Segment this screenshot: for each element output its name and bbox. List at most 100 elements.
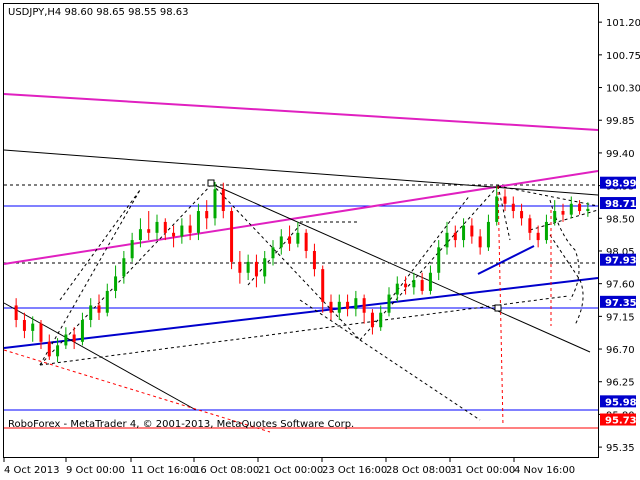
candle-body xyxy=(362,298,366,313)
y-tick-label: 98.50 xyxy=(606,214,635,225)
candle-body xyxy=(478,236,482,248)
x-tick-label: 9 Oct 00:00 xyxy=(66,465,125,476)
y-tick-label: 96.25 xyxy=(606,378,635,389)
candle-body xyxy=(561,211,565,215)
candle-body xyxy=(412,280,416,288)
y-tick-label: 99.40 xyxy=(606,149,635,160)
candle-body xyxy=(246,261,250,273)
candle-body xyxy=(520,211,524,219)
candle-body xyxy=(213,189,217,219)
candle-body xyxy=(354,298,358,310)
price-badge-label: 95.98 xyxy=(605,397,637,408)
candle-body xyxy=(387,294,391,313)
candle-body xyxy=(130,240,134,259)
candle-body xyxy=(47,341,51,357)
candle xyxy=(230,207,234,270)
candle-body xyxy=(196,211,200,233)
candle-body xyxy=(370,312,374,328)
symbol-header: USDJPY,H4 98.60 98.65 98.55 98.63 xyxy=(8,7,189,18)
candle-body xyxy=(279,236,283,248)
candle-body xyxy=(379,312,383,328)
candle-body xyxy=(312,250,316,270)
candle-body xyxy=(544,221,548,241)
candle-body xyxy=(296,232,300,244)
candle-body xyxy=(288,236,292,244)
candle-body xyxy=(321,269,325,302)
candle-body xyxy=(155,221,159,233)
y-tick-label: 101.20 xyxy=(606,18,640,29)
candle-body xyxy=(420,280,424,291)
candle-body xyxy=(536,232,540,241)
candle-body xyxy=(97,305,101,313)
candle-body xyxy=(254,261,258,277)
candle-body xyxy=(569,203,573,215)
x-tick-label: 4 Oct 2013 xyxy=(4,465,59,476)
chart-background xyxy=(0,0,640,480)
candle-body xyxy=(188,225,192,233)
candle-body xyxy=(304,232,308,251)
candle-body xyxy=(105,290,109,313)
candle-body xyxy=(337,301,341,313)
candle-body xyxy=(147,229,151,233)
candle-body xyxy=(404,283,408,288)
y-tick-label: 97.15 xyxy=(606,312,635,323)
candle-body xyxy=(14,305,18,320)
candle-body xyxy=(163,221,167,233)
pivot-marker-2 xyxy=(494,304,502,312)
x-tick-label: 16 Oct 08:00 xyxy=(194,465,259,476)
candle-body xyxy=(138,229,142,241)
candle-body xyxy=(122,258,126,277)
price-badge-label: 95.73 xyxy=(605,416,637,427)
candle-body xyxy=(586,208,590,212)
candle-body xyxy=(230,211,234,262)
price-badge-label: 97.35 xyxy=(605,298,637,309)
price-badge: 97.93 xyxy=(600,253,637,267)
candle-body xyxy=(64,334,68,346)
price-badge-label: 97.93 xyxy=(605,256,637,267)
candle-body xyxy=(395,283,399,295)
y-tick-label: 96.70 xyxy=(606,345,635,356)
x-tick-label: 23 Oct 16:00 xyxy=(322,465,387,476)
candle-body xyxy=(495,196,499,222)
y-tick-label: 99.85 xyxy=(606,116,635,127)
y-tick-label: 100.30 xyxy=(606,84,640,95)
candle-body xyxy=(31,323,35,331)
candle-body xyxy=(89,305,93,320)
candle-body xyxy=(180,225,184,237)
price-badge: 98.71 xyxy=(600,197,637,210)
candle-body xyxy=(329,301,333,313)
pivot-marker-1 xyxy=(207,179,215,187)
candle-body xyxy=(114,276,118,291)
candle-body xyxy=(22,319,26,331)
candle-body xyxy=(205,211,209,219)
candle-body xyxy=(172,232,176,237)
price-badge: 95.98 xyxy=(600,395,637,408)
candle-body xyxy=(346,301,350,310)
y-tick-label: 100.75 xyxy=(606,51,640,62)
candle-body xyxy=(462,225,466,241)
candle-body xyxy=(271,247,275,259)
candle-body xyxy=(528,218,532,233)
y-tick-label: 97.60 xyxy=(606,280,635,291)
candle-body xyxy=(486,221,490,248)
candle-body xyxy=(39,323,43,342)
candle-body xyxy=(437,247,441,273)
candle-body xyxy=(56,345,60,357)
candle-body xyxy=(428,272,432,291)
x-tick-label: 11 Oct 16:00 xyxy=(131,465,196,476)
price-badge-label: 98.71 xyxy=(605,199,637,210)
candle-body xyxy=(80,319,84,342)
price-badge: 95.73 xyxy=(600,413,637,427)
price-badge-label: 98.99 xyxy=(605,179,637,190)
candle-body xyxy=(470,225,474,237)
candle-body xyxy=(578,203,582,212)
price-badge: 97.35 xyxy=(600,295,637,309)
candle-body xyxy=(503,196,507,204)
candle-body xyxy=(445,232,449,248)
candle-body xyxy=(263,258,267,277)
y-tick-label: 95.35 xyxy=(606,443,635,454)
candle-body xyxy=(453,232,457,241)
price-chart[interactable]: USDJPY,H4 98.60 98.65 98.55 98.63 RoboFo… xyxy=(0,0,640,480)
candle-body xyxy=(553,211,557,222)
x-tick-label: 31 Oct 00:00 xyxy=(450,465,515,476)
